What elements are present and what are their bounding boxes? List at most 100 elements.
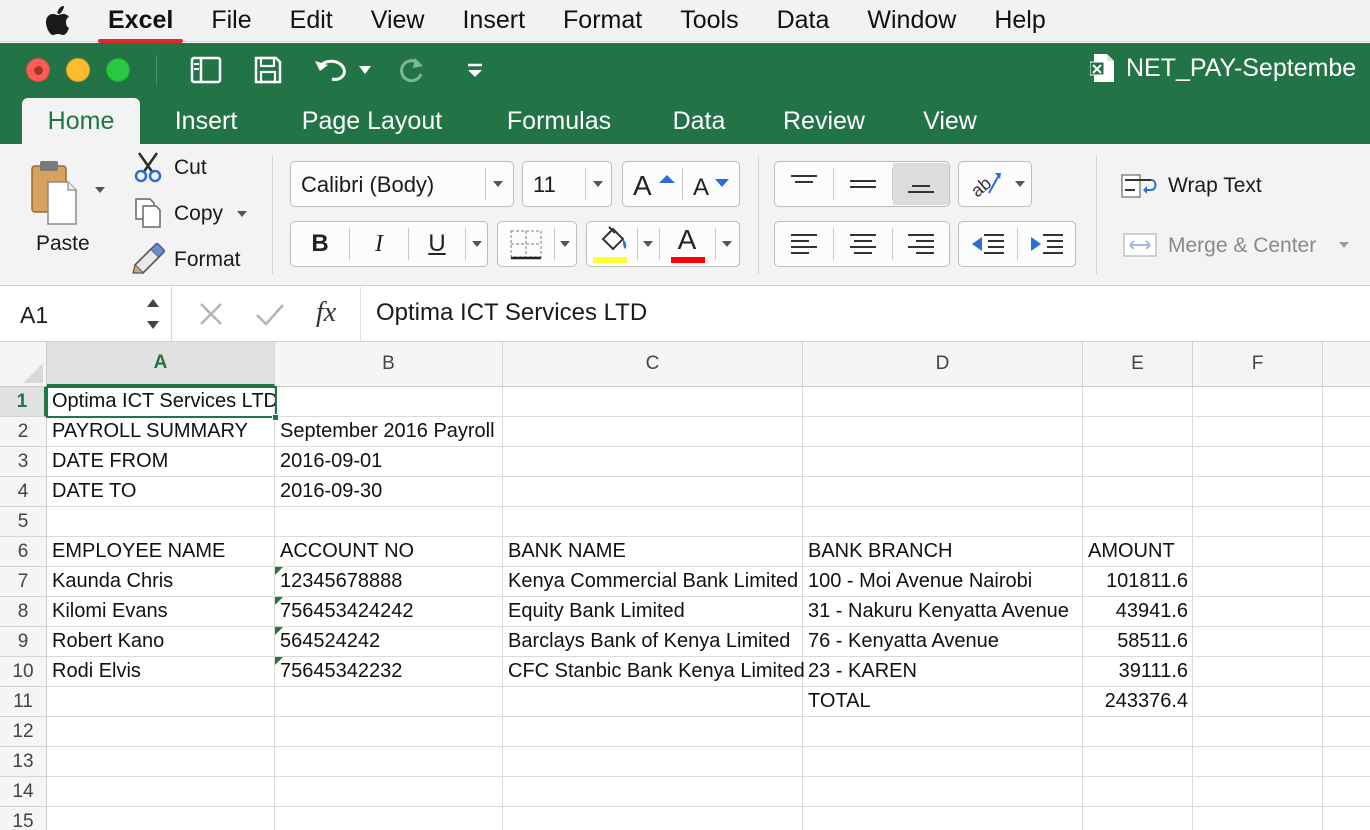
cell-c12[interactable] [503,717,803,747]
cell-g4[interactable] [1323,477,1370,507]
cell-e13[interactable] [1083,747,1193,777]
menu-tools[interactable]: Tools [680,6,738,35]
scissors-icon[interactable] [132,150,164,184]
cell-e5[interactable] [1083,507,1193,537]
cell-d1[interactable] [803,387,1083,417]
row-header-9[interactable]: 9 [0,627,47,657]
tab-home[interactable]: Home [22,98,140,144]
tab-view[interactable]: View [908,98,992,144]
cell-f11[interactable] [1193,687,1323,717]
align-top-icon[interactable] [775,162,833,206]
cell-f14[interactable] [1193,777,1323,807]
format-painter-button[interactable]: Format [174,248,241,272]
row-header-13[interactable]: 13 [0,747,47,777]
cell-d8[interactable]: 31 - Nakuru Kenyatta Avenue [803,597,1083,627]
format-painter-icon[interactable] [130,242,166,276]
customize-toolbar-icon[interactable] [462,54,488,86]
cell-b15[interactable] [275,807,503,830]
undo-dropdown-chevron-icon[interactable] [356,54,374,86]
cell-d7[interactable]: 100 - Moi Avenue Nairobi [803,567,1083,597]
menu-view[interactable]: View [371,6,425,35]
cell-c8[interactable]: Equity Bank Limited [503,597,803,627]
row-header-6[interactable]: 6 [0,537,47,567]
cell-e4[interactable] [1083,477,1193,507]
menu-edit[interactable]: Edit [290,6,333,35]
cell-g5[interactable] [1323,507,1370,537]
cell-c6[interactable]: BANK NAME [503,537,803,567]
cell-g6[interactable] [1323,537,1370,567]
zoom-window-button[interactable] [106,58,130,82]
name-box-stepper-icon[interactable] [145,295,161,333]
paste-icon[interactable] [26,156,82,232]
tab-review[interactable]: Review [770,98,878,144]
tab-formulas[interactable]: Formulas [492,98,626,144]
cell-a8[interactable]: Kilomi Evans [47,597,275,627]
sidebar-toggle-icon[interactable] [188,54,224,86]
font-color-icon[interactable]: A [667,222,707,258]
cell-d15[interactable] [803,807,1083,830]
cell-b4[interactable]: 2016-09-30 [275,477,503,507]
formula-content[interactable]: Optima ICT Services LTD [376,299,647,327]
cell-a13[interactable] [47,747,275,777]
cell-f9[interactable] [1193,627,1323,657]
cell-b6[interactable]: ACCOUNT NO [275,537,503,567]
cell-c5[interactable] [503,507,803,537]
cell-b14[interactable] [275,777,503,807]
apple-icon[interactable] [38,5,78,36]
paste-dropdown-chevron-icon[interactable] [95,187,105,193]
cell-c2[interactable] [503,417,803,447]
tab-data[interactable]: Data [658,98,740,144]
cell-b7[interactable]: 12345678888 [275,567,503,597]
cell-f2[interactable] [1193,417,1323,447]
align-right-icon[interactable] [893,222,949,266]
cell-g13[interactable] [1323,747,1370,777]
row-header-12[interactable]: 12 [0,717,47,747]
cell-f13[interactable] [1193,747,1323,777]
align-left-icon[interactable] [775,222,833,266]
cell-g12[interactable] [1323,717,1370,747]
align-middle-icon[interactable] [834,162,892,206]
italic-button[interactable]: I [350,222,408,266]
cell-f12[interactable] [1193,717,1323,747]
cell-a6[interactable]: EMPLOYEE NAME [47,537,275,567]
cell-d2[interactable] [803,417,1083,447]
cell-b11[interactable] [275,687,503,717]
menu-data[interactable]: Data [777,6,830,35]
cell-f8[interactable] [1193,597,1323,627]
redo-icon[interactable] [394,54,430,86]
copy-dropdown-chevron-icon[interactable] [237,211,247,217]
cell-e3[interactable] [1083,447,1193,477]
menu-help[interactable]: Help [994,6,1045,35]
cell-c10[interactable]: CFC Stanbic Bank Kenya Limited [503,657,805,687]
bold-button[interactable]: B [291,222,349,266]
spreadsheet-grid[interactable]: A B C D E F 1 Optima ICT Services LTD 2 PAYROLL S… [0,342,1370,830]
wrap-text-button[interactable]: Wrap Text [1168,174,1262,198]
row-header-3[interactable]: 3 [0,447,47,477]
borders-chevron-icon[interactable] [560,241,570,247]
row-header-15[interactable]: 15 [0,807,47,830]
cell-d11[interactable]: TOTAL [803,687,1083,717]
cell-f10[interactable] [1193,657,1323,687]
cell-c14[interactable] [503,777,803,807]
tab-insert[interactable]: Insert [158,98,254,144]
menu-excel[interactable]: Excel [97,6,184,43]
cell-g1[interactable] [1323,387,1370,417]
borders-dropdown[interactable] [497,221,577,267]
column-header-d[interactable]: D [803,342,1083,387]
decrease-font-size-icon[interactable]: A [685,166,737,202]
cell-c1[interactable] [503,387,803,417]
minimize-window-button[interactable] [66,58,90,82]
copy-icon[interactable] [132,196,164,230]
column-header-f[interactable]: F [1193,342,1323,387]
copy-button[interactable]: Copy [174,202,223,226]
cell-b13[interactable] [275,747,503,777]
increase-font-size-icon[interactable]: A [627,166,679,202]
row-header-8[interactable]: 8 [0,597,47,627]
paste-button[interactable]: Paste [36,232,90,256]
row-header-14[interactable]: 14 [0,777,47,807]
borders-icon[interactable] [506,228,546,262]
cell-g14[interactable] [1323,777,1370,807]
orientation-chevron-icon[interactable] [1015,181,1025,187]
cell-g7[interactable] [1323,567,1370,597]
cell-b8[interactable]: 756453424242 [275,597,503,627]
